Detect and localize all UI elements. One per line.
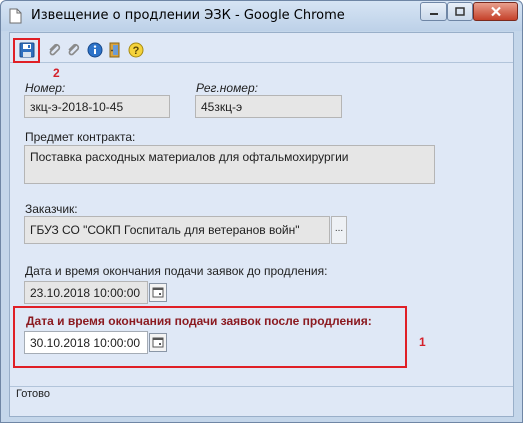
- customer-field[interactable]: ГБУЗ СО "СОКП Госпиталь для ветеранов во…: [24, 216, 330, 244]
- page-icon: [9, 8, 22, 24]
- new-deadline-field[interactable]: 30.10.2018 10:00:00: [24, 331, 148, 354]
- customer-label: Заказчик:: [25, 202, 78, 216]
- close-button[interactable]: [473, 2, 518, 21]
- old-deadline-field[interactable]: 23.10.2018 10:00:00: [24, 281, 148, 304]
- status-text: Готово: [16, 388, 50, 400]
- number-field[interactable]: зкц-э-2018-10-45: [24, 95, 170, 118]
- status-bar: Готово: [10, 386, 513, 402]
- reg-number-label: Рег.номер:: [196, 81, 258, 95]
- toolbar: ?: [10, 33, 513, 63]
- exit-icon[interactable]: [107, 42, 123, 58]
- subject-field[interactable]: Поставка расходных материалов для офталь…: [24, 145, 435, 184]
- save-marker: 2: [53, 66, 60, 80]
- calendar-icon: [152, 337, 164, 348]
- new-deadline-calendar-button[interactable]: [149, 333, 167, 352]
- calendar-icon: [152, 287, 164, 298]
- window-title: Извещение о продлении ЭЗК - Google Chrom…: [31, 8, 345, 23]
- deadline-marker: 1: [419, 335, 426, 349]
- browser-window: Извещение о продлении ЭЗК - Google Chrom…: [0, 0, 523, 423]
- svg-text:?: ?: [133, 45, 140, 57]
- attach-icon[interactable]: [47, 42, 63, 58]
- minimize-icon: [429, 12, 438, 15]
- help-icon[interactable]: ?: [128, 42, 144, 58]
- attach-2-icon[interactable]: [66, 42, 82, 58]
- form-content: ? 2 Номер: зкц-э-2018-10-45 Рег.номер: 4…: [9, 32, 514, 417]
- maximize-icon: [455, 7, 465, 16]
- new-deadline-label: Дата и время окончания подачи заявок пос…: [26, 314, 372, 328]
- maximize-button[interactable]: [447, 2, 473, 21]
- minimize-button[interactable]: [420, 2, 447, 21]
- reg-number-field[interactable]: 45зкц-э: [195, 95, 342, 118]
- old-deadline-calendar-button[interactable]: [149, 283, 167, 302]
- subject-label: Предмет контракта:: [25, 130, 136, 144]
- save-highlight-box: [13, 38, 40, 63]
- close-icon: [490, 6, 501, 17]
- title-bar: Извещение о продлении ЭЗК - Google Chrom…: [1, 1, 522, 31]
- info-icon[interactable]: [87, 42, 103, 58]
- customer-select-button[interactable]: ...: [331, 216, 347, 244]
- number-label: Номер:: [25, 81, 66, 95]
- old-deadline-label: Дата и время окончания подачи заявок до …: [25, 264, 328, 278]
